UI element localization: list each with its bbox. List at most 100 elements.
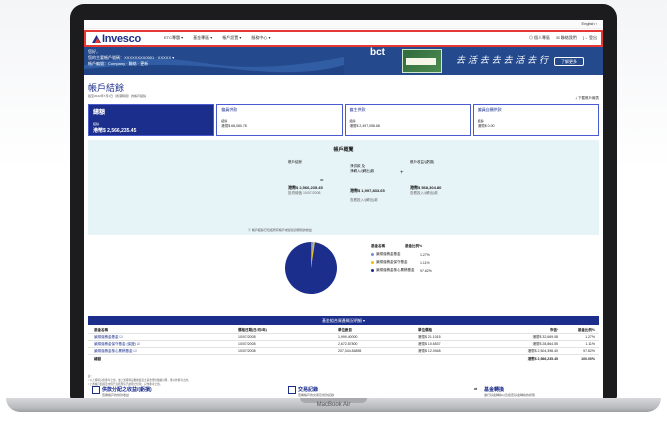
quick-link-title: 供款分配之收益/(虧損) xyxy=(102,387,152,393)
legend-item: 景順強積金基金 1.27% xyxy=(371,252,432,257)
legend-header: 基金名稱 基金比例% xyxy=(371,244,432,249)
allocation-section: 基金名稱 基金比例% 景順強積金基金 1.27% 景順強積金保守基金 1.11%… xyxy=(88,238,599,308)
gain-loss-note[interactable]: 查看投入/(轉出)款 xyxy=(410,191,441,196)
fund-name-link[interactable]: 景順強積金基金 ☑ xyxy=(88,335,238,340)
bct-logo: bct xyxy=(370,47,385,58)
nav-item-etc[interactable]: ETC專題 ▾ xyxy=(164,35,183,41)
nav-item-funds[interactable]: 基金專區 ▾ xyxy=(193,35,212,41)
tab-sub: 結餘 xyxy=(349,119,356,123)
legend-dot xyxy=(371,253,374,256)
legend-label: 景順強積金保守基金 xyxy=(376,260,408,264)
personal-area-link[interactable]: ◎ 個人專區 xyxy=(529,35,550,41)
quick-link-sub: 進行基金轉換以及檢查基金轉換的狀態 xyxy=(484,393,536,397)
col-price-date: 價格日期(日/月/年) xyxy=(238,327,267,332)
tab-title: 僱員自願供款 xyxy=(477,107,502,112)
overview-title: 帳戶概覽 xyxy=(333,147,354,153)
device-label: MacBook Air xyxy=(316,402,351,408)
tab-title: 總額 xyxy=(93,110,106,116)
overview-balance: 帳戶結餘 港幣$ 2,566,235.45 投資總值 10/07/2008 xyxy=(288,160,323,196)
fund-name-link[interactable]: 景順強積金核心累積基金 ☑ xyxy=(88,349,238,354)
promo-banner: 您好， 您的主要帳戶號碼：XXXXXXXX0001 · XXXXX ▾ 帳戶編號… xyxy=(84,47,603,75)
tab-sub: 結餘 xyxy=(477,119,484,123)
invesco-logo-icon xyxy=(92,35,101,43)
legend-dot xyxy=(371,269,374,272)
account-info: 您好， 您的主要帳戶號碼：XXXXXXXX0001 · XXXXX ▾ 帳戶編號… xyxy=(88,49,174,67)
cell-price-date: 10/07/2008 xyxy=(238,335,256,339)
legend-pct: 97.62% xyxy=(420,268,432,273)
switch-arrows-icon: ⇄ xyxy=(474,386,478,391)
download-report-link[interactable]: ⤓ 下載帳戶報表 xyxy=(575,96,599,101)
cell-fund-pct: 1.27% xyxy=(585,335,595,339)
plus-sign: + xyxy=(400,170,404,176)
holdings-toggle-button[interactable]: 基金組合資產概況明細 ▾ xyxy=(88,316,599,325)
tab-employer[interactable]: 僱主供款 結餘 港幣$ 2,497,058.68 xyxy=(344,104,471,136)
tab-value: 港幣$ 68,080.78 xyxy=(221,124,247,128)
net-contribution-note[interactable]: 查看投入/(轉出)款 xyxy=(350,198,385,203)
tab-value: 港幣$ 2,497,058.68 xyxy=(349,124,380,128)
quick-link-fund-switch[interactable]: ⇄ 基金轉換 進行基金轉換以及檢查基金轉換的狀態 xyxy=(474,386,536,397)
nav-menu: ETC專題 ▾ 基金專區 ▾ 帳戶設置 ▾ 服務中心 ▾ xyxy=(164,35,271,41)
overview-footnote: ① 帳戶結餘已包括所有帳戶或從投資類別的收益 xyxy=(248,228,312,232)
col-fund-pct: 基金比例% xyxy=(577,327,595,332)
tab-voluntary[interactable]: 僱員自願供款 結餘 港幣$ 0.00 xyxy=(472,104,599,136)
cell-fund-pct: 1.11% xyxy=(585,342,595,346)
net-contribution-label: 淨供款 及 淨轉入/(轉出)款 xyxy=(350,164,375,173)
pie-slice xyxy=(285,242,337,294)
logout-link[interactable]: [→ 登出 xyxy=(583,35,597,41)
legend-pct: 1.27% xyxy=(420,252,430,257)
allocation-pie-chart xyxy=(285,242,337,294)
brand-logo[interactable]: Invesco xyxy=(102,33,141,45)
cell-price-date: 10/07/2008 xyxy=(238,349,256,353)
cell-unit-price: 港幣$ 21.1015 xyxy=(418,334,441,339)
tab-title: 僱員供款 xyxy=(221,107,238,112)
account-links[interactable]: 帳戶編號：Company · 聯絡 · 更新 xyxy=(88,61,174,67)
table-row: 景順強積金基金 ☑ 10/07/2008 1,999.40000 港幣$ 21.… xyxy=(88,334,599,341)
tab-employee[interactable]: 僱員供款 結餘 港幣$ 68,080.78 xyxy=(216,104,343,136)
cell-market-value: 港幣$ 28,864.55 xyxy=(532,341,559,346)
holdings-table: 基金名稱 價格日期(日/月/年) 單位數目 單位價格 市值¹ 基金比例% 景順強… xyxy=(88,327,599,363)
legend-item: 景順強積金保守基金 1.11% xyxy=(371,260,432,265)
document-icon xyxy=(288,386,296,394)
legend-head-name: 基金名稱 xyxy=(371,244,385,248)
contact-us-link[interactable]: ☒ 聯絡我們 xyxy=(556,35,577,41)
cell-unit-price: 港幣$ 10.6537 xyxy=(418,341,441,346)
legend-dot xyxy=(371,261,374,264)
legend-head-pct: 基金比例% xyxy=(405,244,423,248)
balance-tabs: 總額 結餘 港幣$ 2,566,235.45 僱員供款 結餘 港幣$ 68,08… xyxy=(88,104,599,136)
footnotes: 註： ¹ 以上資料只供參考之用，並上述資料是根據最近之基金單位價格計算，僅以作參… xyxy=(88,374,599,386)
allocation-legend: 基金名稱 基金比例% 景順強積金基金 1.27% 景順強積金保守基金 1.11%… xyxy=(371,244,432,273)
download-report-label: 下載帳戶報表 xyxy=(578,96,599,100)
nav-right-links: ◎ 個人專區 ☒ 聯絡我們 [→ 登出 xyxy=(529,35,597,41)
quick-link-contribution-gain[interactable]: 供款分配之收益/(虧損) 查看帳戶的供款收益 xyxy=(92,386,152,397)
cell-fund-pct: 97.62% xyxy=(583,349,595,353)
tab-value: 港幣$ 0.00 xyxy=(477,124,495,128)
cell-units: 1,999.40000 xyxy=(338,335,358,339)
banner-photo xyxy=(402,49,442,73)
balance-note[interactable]: 投資總值 10/07/2008 xyxy=(288,191,323,196)
tab-total[interactable]: 總額 結餘 港幣$ 2,566,235.45 xyxy=(88,104,215,136)
legend-label: 景順強積金核心累積基金 xyxy=(376,268,415,272)
tab-value: 港幣$ 2,566,235.45 xyxy=(93,128,137,134)
learn-more-button[interactable]: 了解更多 xyxy=(554,57,584,66)
equals-sign: = xyxy=(320,178,324,184)
nav-item-service-center[interactable]: 服務中心 ▾ xyxy=(251,35,270,41)
nav-item-account-settings[interactable]: 帳戶設置 ▾ xyxy=(222,35,241,41)
cell-units: 207,344.84855 xyxy=(338,349,362,353)
table-total-row: 總額 港幣$ 2,566,235.45 100.00% xyxy=(88,355,599,363)
quick-link-sub: 查看帳戶的交易及供款記錄 xyxy=(298,393,335,397)
overview-gain-loss: 帳戶收益/(虧損) 港幣$ 568,304.80 查看投入/(轉出)款 xyxy=(410,160,441,196)
language-switch[interactable]: English › xyxy=(581,21,597,26)
col-units: 單位數目 xyxy=(338,327,352,332)
col-fund-name: 基金名稱 xyxy=(94,327,108,332)
cell-market-value: 港幣$ 32,669.08 xyxy=(532,334,559,339)
browser-screen: English › Invesco ETC專題 ▾ 基金專區 ▾ 帳戶設置 ▾ … xyxy=(84,20,603,398)
tab-sub: 結餘 xyxy=(93,122,100,126)
table-row: 景順強積金保守基金 (保證) ☑ 10/07/2008 2,672.87800 … xyxy=(88,341,599,348)
cell-units: 2,672.87800 xyxy=(338,342,358,346)
page-subtitle: 截至2022年7月1日（香港時間）的帳戶結餘 xyxy=(88,94,147,98)
main-navigation: Invesco ETC專題 ▾ 基金專區 ▾ 帳戶設置 ▾ 服務中心 ▾ ◎ 個… xyxy=(84,30,603,47)
fund-name-link[interactable]: 景順強積金保守基金 (保證) ☑ xyxy=(88,342,238,347)
quick-link-transactions[interactable]: 交易記錄 查看帳戶的交易及供款記錄 xyxy=(288,386,335,397)
quick-link-sub: 查看帳戶的供款收益 xyxy=(102,393,130,397)
overview-net-contribution: 淨供款 及 淨轉入/(轉出)款 港幣$ 1,997,833.65 查看投入/(轉… xyxy=(350,160,385,207)
